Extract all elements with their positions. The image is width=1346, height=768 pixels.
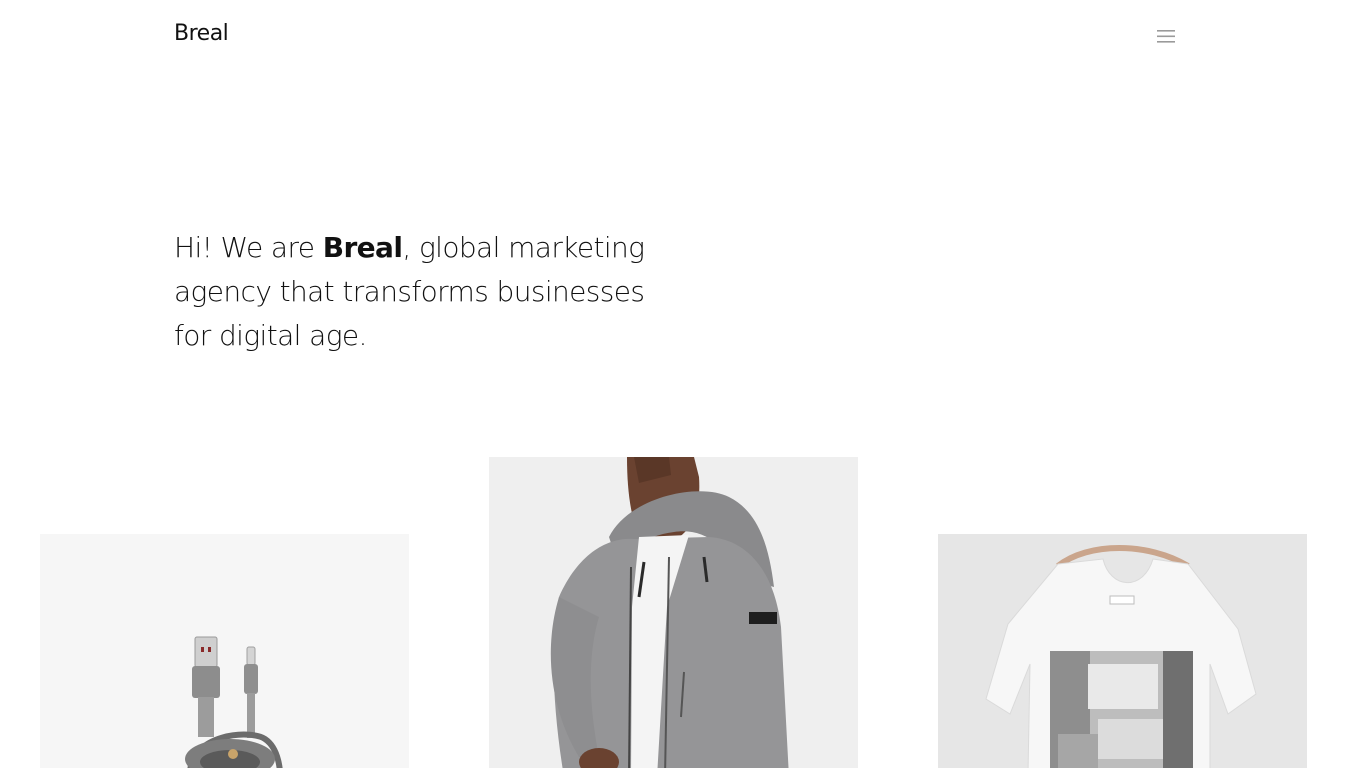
- site-logo[interactable]: Breal: [174, 21, 229, 46]
- hoodie-model-image: [489, 457, 858, 768]
- hamburger-menu-icon: [1157, 29, 1175, 43]
- page: Breal Hi! We are Breal, global marketing…: [0, 0, 1346, 768]
- portfolio-item-cable[interactable]: [40, 534, 409, 768]
- menu-toggle-button[interactable]: [1151, 24, 1181, 48]
- hero-brand-name: Breal: [322, 231, 403, 264]
- portfolio-item-hoodie[interactable]: [489, 457, 858, 768]
- portfolio-item-tshirt[interactable]: [938, 534, 1307, 768]
- hero-intro-text: Hi! We are Breal, global marketing agenc…: [174, 226, 654, 358]
- hero-text-before: Hi! We are: [174, 231, 323, 264]
- usb-cable-image: [40, 534, 409, 768]
- tshirt-image: [938, 534, 1307, 768]
